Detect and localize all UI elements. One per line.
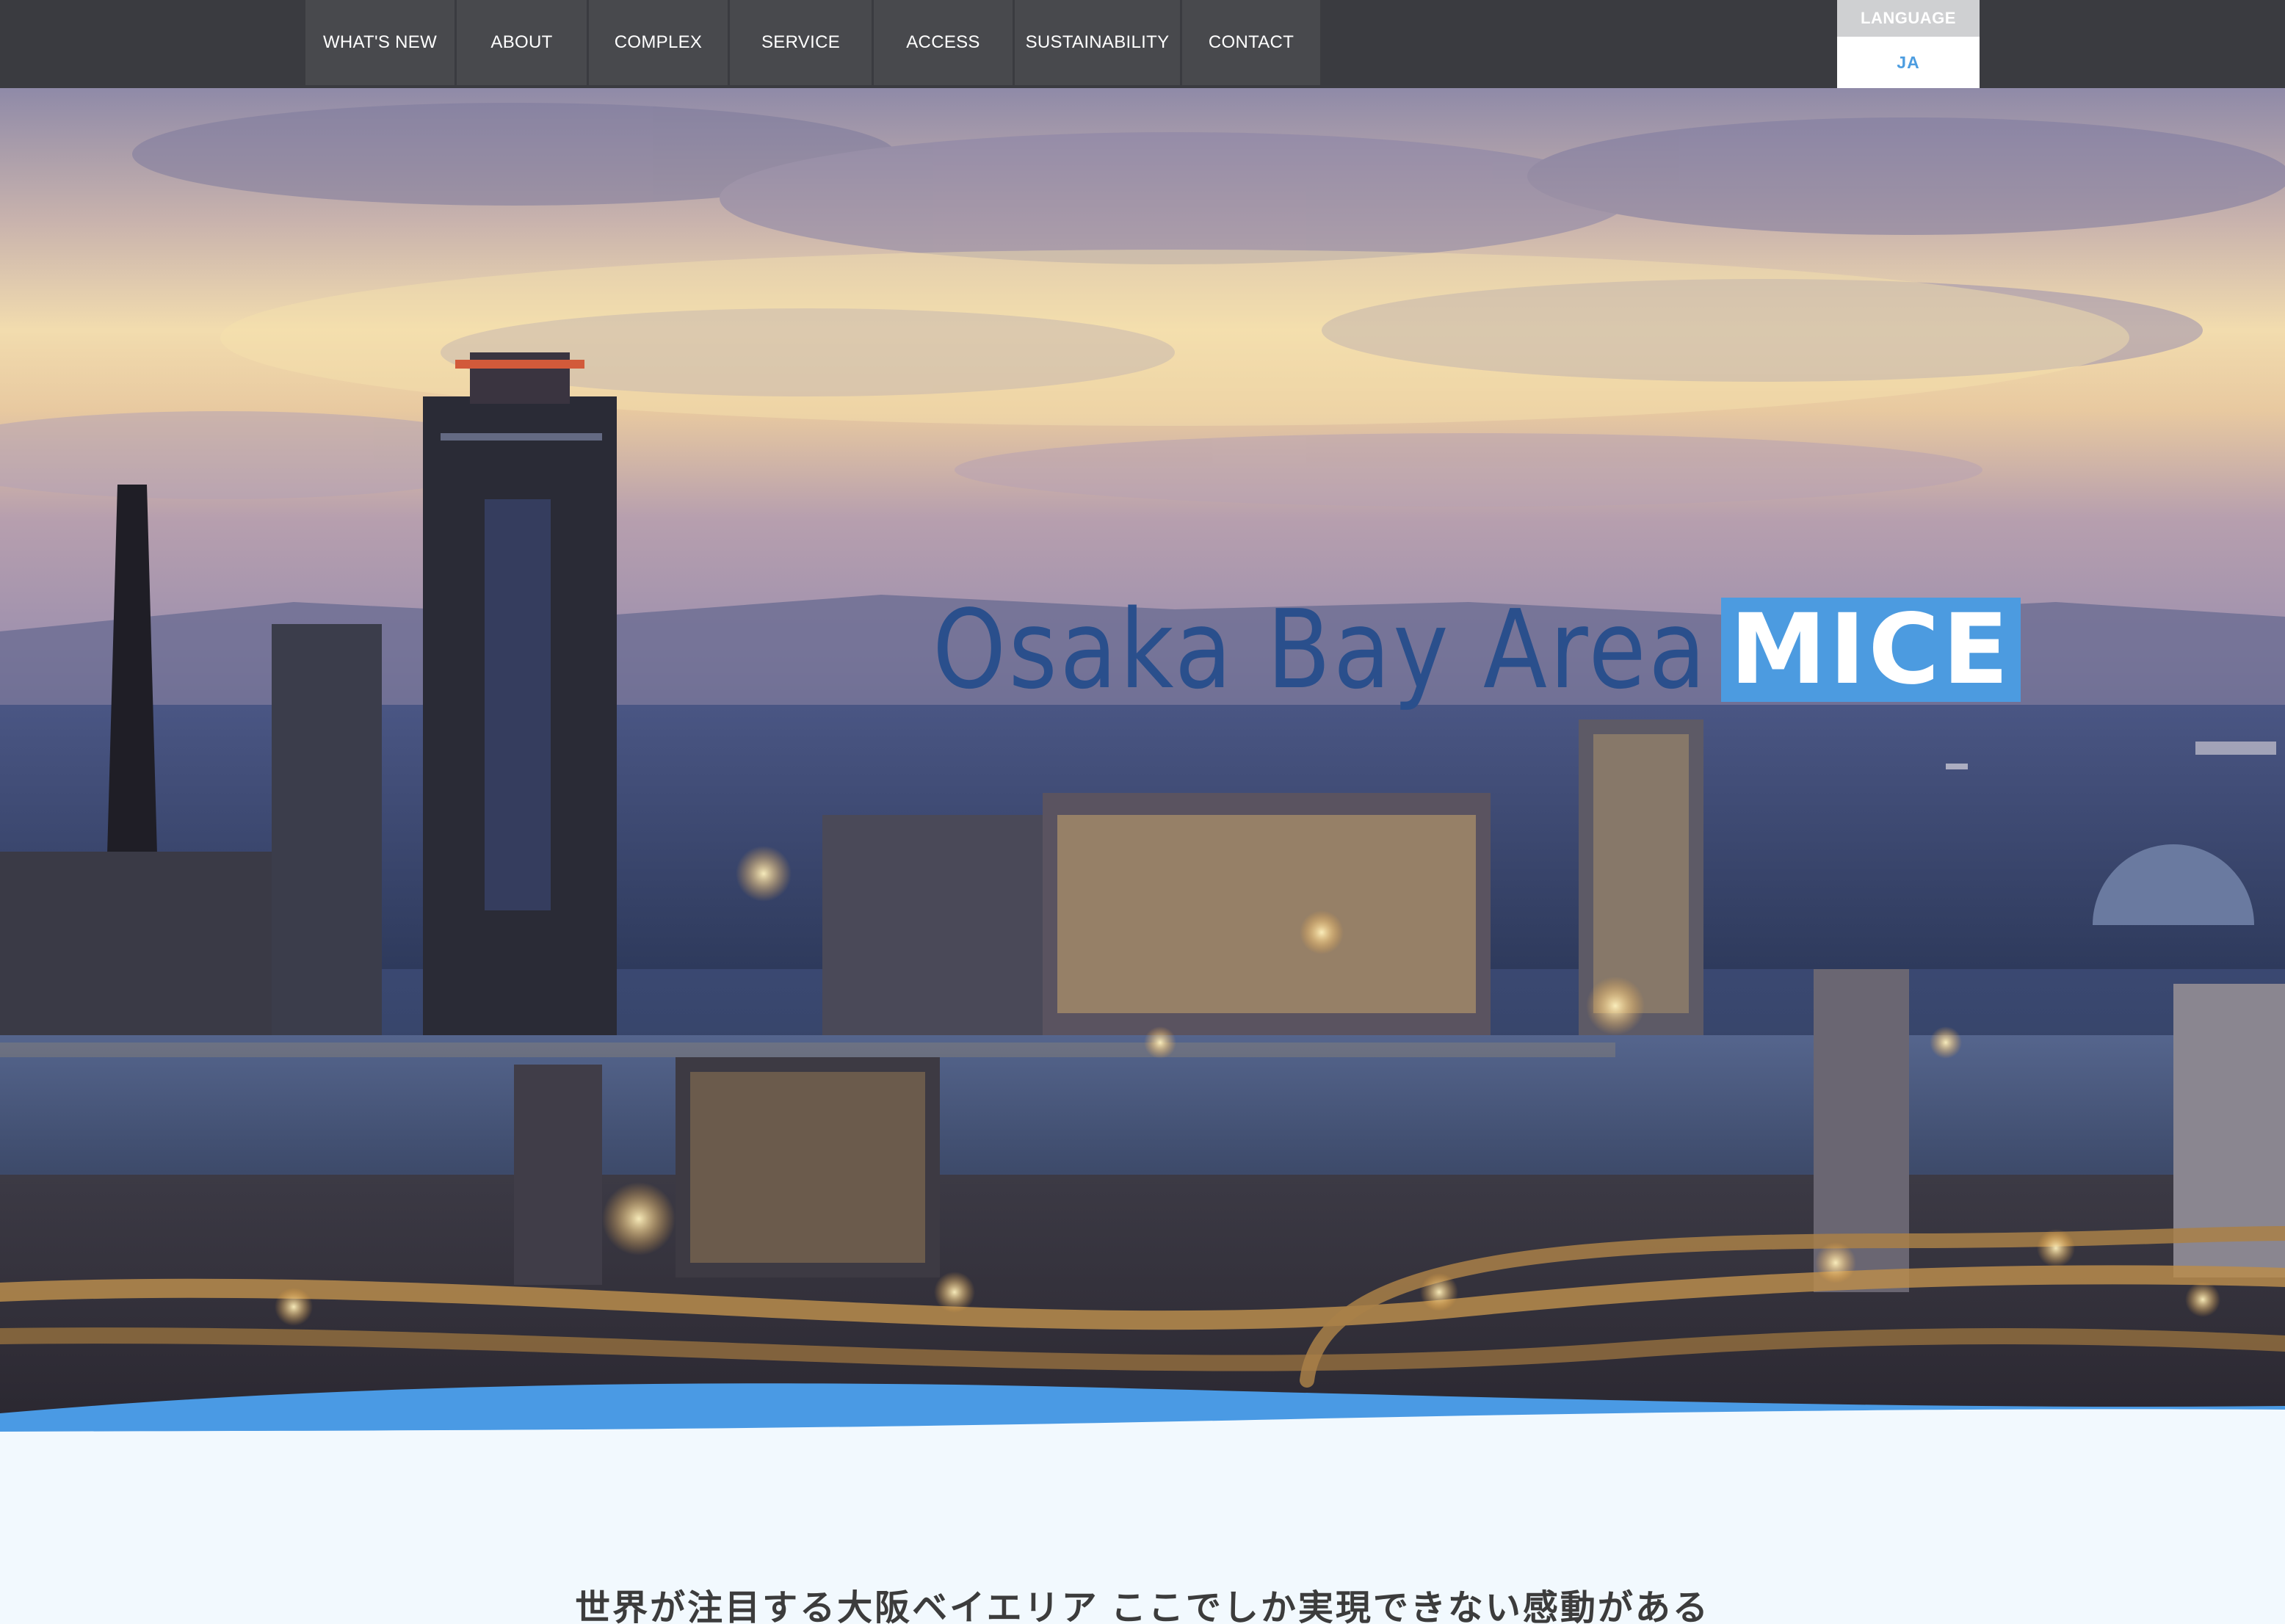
port-tower bbox=[423, 352, 617, 1043]
transmission-tower bbox=[106, 485, 158, 881]
main-nav: WHAT'S NEW ABOUT COMPLEX SERVICE ACCESS … bbox=[305, 0, 1320, 85]
intro-tagline: 世界が注目する大阪ベイエリア ここでしか実現できない感動がある bbox=[575, 1589, 1710, 1624]
hero-title-text: Osaka Bay Area bbox=[933, 587, 1709, 713]
hero-section: Osaka Bay Area MICE bbox=[0, 88, 2285, 1432]
nav-item-service[interactable]: SERVICE bbox=[730, 0, 874, 85]
nav-item-about[interactable]: ABOUT bbox=[457, 0, 589, 85]
nav-item-whats-new[interactable]: WHAT'S NEW bbox=[305, 0, 457, 85]
hero-title-badge: MICE bbox=[1721, 598, 2021, 702]
nav-item-sustainability[interactable]: SUSTAINABILITY bbox=[1015, 0, 1182, 85]
language-option-ja[interactable]: JA bbox=[1837, 37, 1980, 88]
site-header: WHAT'S NEW ABOUT COMPLEX SERVICE ACCESS … bbox=[0, 0, 2285, 88]
left-building bbox=[272, 624, 382, 1057]
nav-item-contact[interactable]: CONTACT bbox=[1182, 0, 1320, 85]
page: WHAT'S NEW ABOUT COMPLEX SERVICE ACCESS … bbox=[0, 0, 2285, 1624]
nav-item-access[interactable]: ACCESS bbox=[874, 0, 1015, 85]
hero-title: Osaka Bay Area MICE bbox=[933, 587, 2021, 713]
intro-section: 世界が注目する大阪ベイエリア ここでしか実現できない感動がある bbox=[0, 1432, 2285, 1624]
language-switcher: LANGUAGE JA bbox=[1837, 0, 1980, 88]
nav-item-complex[interactable]: COMPLEX bbox=[589, 0, 730, 85]
hero-image bbox=[0, 103, 2285, 1432]
language-label: LANGUAGE bbox=[1837, 0, 1980, 37]
